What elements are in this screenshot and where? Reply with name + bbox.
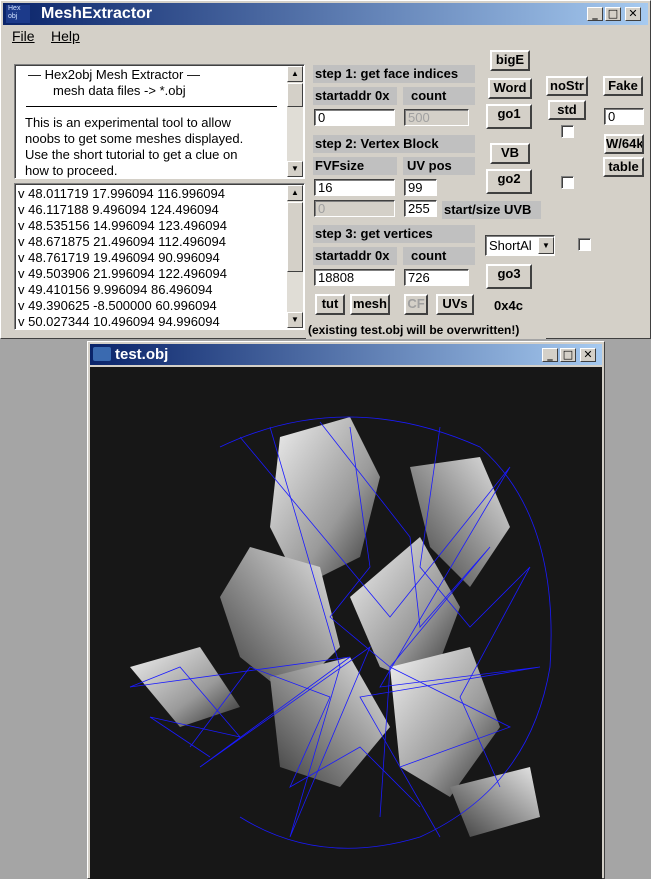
go2-button[interactable]: go2 <box>486 169 532 194</box>
go3-button[interactable]: go3 <box>486 264 532 289</box>
info-header-line2: mesh data files -> *.obj <box>53 83 186 98</box>
vertex-scrollbar[interactable]: ▲ ▼ <box>287 185 303 328</box>
scroll-thumb[interactable] <box>287 202 303 272</box>
word-button[interactable]: Word <box>488 78 532 99</box>
step1-startaddr-input[interactable]: 0 <box>314 109 395 126</box>
main-window: Hex obj MeshExtractor _ □ ✕ File Help — … <box>0 0 651 339</box>
scroll-down-icon[interactable]: ▼ <box>287 161 303 177</box>
vertex-line: v 49.410156 9.996094 86.496094 <box>18 282 213 297</box>
cf-button: CF <box>404 294 428 315</box>
vertex-line: v 50.027344 10.496094 94.996094 <box>18 314 220 329</box>
viewport[interactable] <box>90 367 602 879</box>
mesh-render <box>129 416 552 849</box>
maximize-icon[interactable]: □ <box>560 348 576 362</box>
fvfsize-label: FVFsize <box>313 157 397 175</box>
step1-count-input: 500 <box>404 109 469 126</box>
info-body-line1: This is an experimental tool to allow <box>25 115 231 130</box>
uvb-label: start/size UVB <box>442 201 541 219</box>
viewer-titlebar[interactable]: test.obj _ □ ✕ <box>90 344 602 365</box>
scroll-up-icon[interactable]: ▲ <box>287 66 303 82</box>
scroll-thumb[interactable] <box>287 83 303 107</box>
uvpos-label: UV pos <box>403 157 475 175</box>
step1-count-label: count <box>403 87 475 105</box>
step3-startaddr-input[interactable]: 18808 <box>314 269 395 286</box>
maximize-icon[interactable]: □ <box>605 7 621 21</box>
dropdown-value: ShortAl <box>489 238 532 253</box>
step2-label: step 2: Vertex Block <box>313 135 475 153</box>
main-titlebar[interactable]: Hex obj MeshExtractor _ □ ✕ <box>3 3 648 25</box>
menu-file[interactable]: File <box>12 28 35 44</box>
close-icon[interactable]: ✕ <box>580 348 596 362</box>
uvs-button[interactable]: UVs <box>436 294 474 315</box>
scroll-down-icon[interactable]: ▼ <box>287 312 303 328</box>
chevron-down-icon[interactable]: ▼ <box>538 237 554 254</box>
mesh-button[interactable]: mesh <box>350 294 390 315</box>
info-body-line3: Use the short tutorial to get a clue on <box>25 147 238 162</box>
app-icon: Hex obj <box>6 5 30 23</box>
info-divider <box>26 106 277 107</box>
uvpos-input[interactable]: 99 <box>404 179 437 196</box>
go1-button[interactable]: go1 <box>486 104 532 129</box>
vertex-list[interactable]: v 48.011719 17.996094 116.996094 v 46.11… <box>14 183 305 330</box>
vertex-line: v 48.535156 14.996094 123.496094 <box>18 218 227 233</box>
fake-button[interactable]: Fake <box>603 76 643 96</box>
uvb-size-input[interactable]: 255 <box>404 200 437 217</box>
info-body-line4: how to proceed. <box>25 163 118 178</box>
info-header-line1: — Hex2obj Mesh Extractor — <box>28 67 200 82</box>
vertex-line: v 49.390625 -8.500000 60.996094 <box>18 298 217 313</box>
vertex-line: v 48.671875 21.496094 112.496094 <box>18 234 226 249</box>
hex-label: 0x4c <box>494 298 523 313</box>
minimize-icon[interactable]: _ <box>542 348 558 362</box>
shortal-dropdown[interactable]: ShortAl ▼ <box>485 235 555 256</box>
viewer-window: test.obj _ □ ✕ <box>87 341 605 879</box>
vb-button[interactable]: VB <box>490 143 530 164</box>
std-button[interactable]: std <box>548 100 586 120</box>
viewer-title: test.obj <box>115 346 169 363</box>
vertex-lines: v 48.011719 17.996094 116.996094 v 46.11… <box>18 186 227 329</box>
nostr-button[interactable]: noStr <box>546 76 588 96</box>
menu-help[interactable]: Help <box>51 28 80 44</box>
dropdown-checkbox[interactable] <box>578 238 591 251</box>
vertex-line: v 48.011719 17.996094 116.996094 <box>18 186 225 201</box>
table-button[interactable]: table <box>603 157 644 177</box>
vertex-line: v 48.761719 19.496094 90.996094 <box>18 250 220 265</box>
mesh-surface <box>130 417 540 837</box>
info-body-line2: noobs to get some meshes displayed. <box>25 131 244 146</box>
status-text: (existing test.obj will be overwritten!) <box>306 323 546 339</box>
minimize-icon[interactable]: _ <box>587 7 603 21</box>
close-icon[interactable]: ✕ <box>625 7 641 21</box>
step1-label: step 1: get face indices <box>313 65 475 83</box>
window-title: MeshExtractor <box>41 5 153 22</box>
vertex-line: v 49.503906 21.996094 122.496094 <box>18 266 227 281</box>
info-scrollbar[interactable]: ▲ ▼ <box>287 66 303 177</box>
step1-startaddr-label: startaddr 0x <box>313 87 397 105</box>
bige-button[interactable]: bigE <box>490 50 530 71</box>
step3-label: step 3: get vertices <box>313 225 475 243</box>
go2-checkbox[interactable] <box>561 176 574 189</box>
scroll-up-icon[interactable]: ▲ <box>287 185 303 201</box>
w64-button[interactable]: W/64k <box>604 134 644 154</box>
vertex-line: v 46.117188 9.496094 124.496094 <box>18 202 219 217</box>
uvb-start-input: 0 <box>314 200 395 217</box>
info-textbox[interactable]: — Hex2obj Mesh Extractor — mesh data fil… <box>14 64 305 179</box>
viewer-app-icon <box>93 347 111 361</box>
step3-count-input[interactable]: 726 <box>404 269 469 286</box>
step3-startaddr-label: startaddr 0x <box>313 247 397 265</box>
fake-input[interactable]: 0 <box>604 108 644 125</box>
tut-button[interactable]: tut <box>315 294 345 315</box>
fvfsize-input[interactable]: 16 <box>314 179 395 196</box>
step3-count-label: count <box>403 247 475 265</box>
std-checkbox[interactable] <box>561 125 574 138</box>
